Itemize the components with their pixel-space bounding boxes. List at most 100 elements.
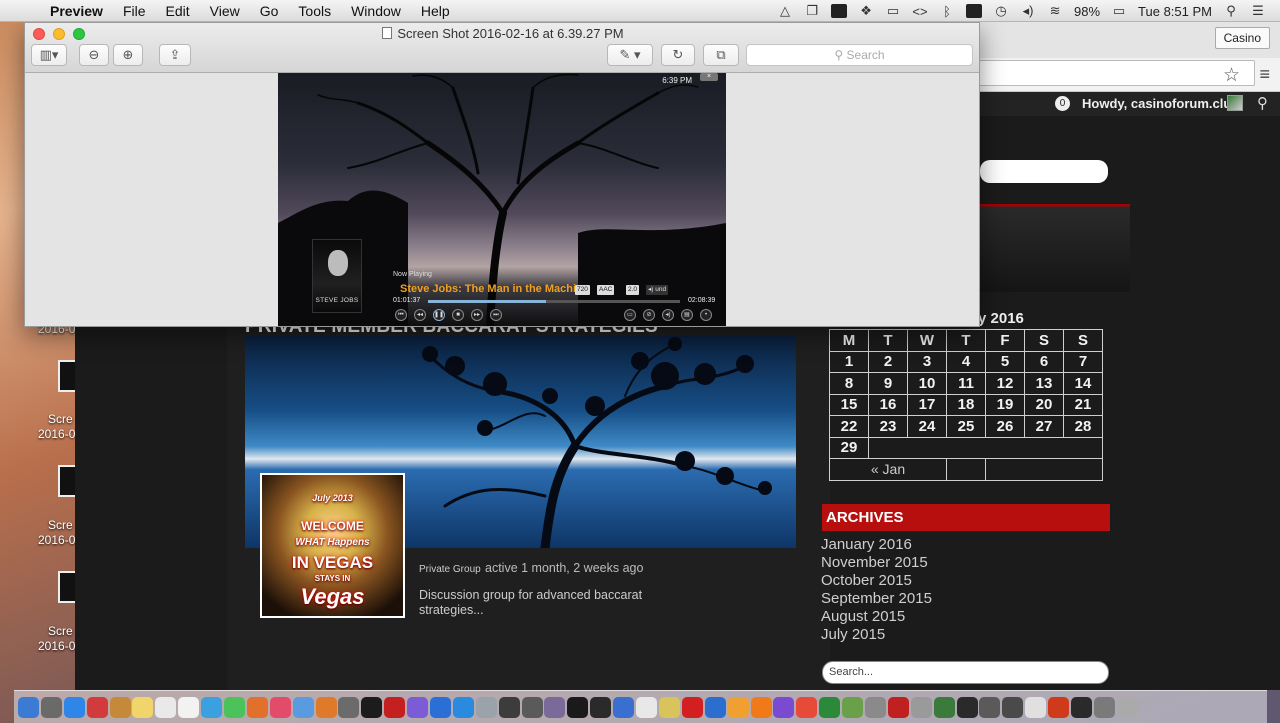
dock-app-icon[interactable] bbox=[773, 696, 795, 718]
dock-app-icon[interactable] bbox=[727, 696, 749, 718]
dock-app-icon[interactable] bbox=[1048, 696, 1070, 718]
battery-icon[interactable]: ▭ bbox=[1111, 3, 1127, 19]
calendar-prev-month-link[interactable]: « Jan bbox=[829, 458, 947, 481]
dock-app-icon[interactable] bbox=[1093, 696, 1115, 718]
dock-app-icon[interactable] bbox=[887, 696, 909, 718]
dock-app-icon[interactable] bbox=[590, 696, 612, 718]
dock-app-icon[interactable] bbox=[18, 696, 39, 718]
dock-app-icon[interactable] bbox=[384, 696, 406, 718]
archive-link[interactable]: July 2015 bbox=[821, 626, 932, 644]
zoom-out-button[interactable]: ⊖ bbox=[79, 44, 109, 66]
browser-menu-icon[interactable]: ≡ bbox=[1259, 64, 1270, 85]
dock-app-icon[interactable] bbox=[842, 696, 864, 718]
dock-app-icon[interactable] bbox=[1116, 696, 1138, 718]
dock-app-icon[interactable] bbox=[155, 696, 177, 718]
dock-app-icon[interactable] bbox=[430, 696, 452, 718]
dock-app-icon[interactable] bbox=[132, 696, 154, 718]
dock-app-icon[interactable] bbox=[956, 696, 978, 718]
istat-icon[interactable] bbox=[966, 4, 983, 18]
menu-go[interactable]: Go bbox=[260, 3, 279, 19]
dock-app-icon[interactable] bbox=[475, 696, 497, 718]
dropbox-icon[interactable]: ❖ bbox=[858, 3, 874, 19]
user-avatar[interactable] bbox=[1227, 95, 1243, 111]
sidebar-search-input[interactable]: Search... bbox=[822, 661, 1109, 684]
dock-app-icon[interactable] bbox=[201, 696, 223, 718]
archive-link[interactable]: October 2015 bbox=[821, 572, 932, 590]
dock-app-icon[interactable] bbox=[246, 696, 268, 718]
dock-app-icon[interactable] bbox=[338, 696, 360, 718]
calendar-widget: M T W T F S S 1 2 3 4 5 6 7 8 9 10 11 12… bbox=[829, 329, 1103, 481]
archive-link[interactable]: August 2015 bbox=[821, 608, 932, 626]
archive-link[interactable]: September 2015 bbox=[821, 590, 932, 608]
dock-app-icon[interactable] bbox=[178, 696, 200, 718]
dock-app-icon[interactable] bbox=[361, 696, 383, 718]
dock-app-icon[interactable] bbox=[544, 696, 566, 718]
dock-app-icon[interactable] bbox=[796, 696, 818, 718]
dock-app-icon[interactable] bbox=[567, 696, 589, 718]
messages-icon[interactable]: ❐ bbox=[804, 3, 820, 19]
menu-view[interactable]: View bbox=[210, 3, 240, 19]
code-icon[interactable]: <> bbox=[912, 4, 928, 19]
dock-app-icon[interactable] bbox=[864, 696, 886, 718]
volume-icon[interactable]: ◂) bbox=[1020, 3, 1036, 19]
dock-app-icon[interactable] bbox=[681, 696, 703, 718]
site-search-input-top[interactable] bbox=[980, 160, 1108, 183]
tab-casino[interactable]: Casino bbox=[1214, 27, 1270, 49]
dock-app-icon[interactable] bbox=[750, 696, 772, 718]
dock-app-icon[interactable] bbox=[315, 696, 337, 718]
dock-app-icon[interactable] bbox=[269, 696, 291, 718]
dock-app-icon[interactable] bbox=[521, 696, 543, 718]
dock-app-icon[interactable] bbox=[704, 696, 726, 718]
group-avatar-image[interactable]: July 2013 WELCOME WHAT Happens IN VEGAS … bbox=[260, 473, 405, 618]
dock-app-icon[interactable] bbox=[86, 696, 108, 718]
dock-app-icon[interactable] bbox=[224, 696, 246, 718]
dock-app-icon[interactable] bbox=[63, 696, 85, 718]
menu-window[interactable]: Window bbox=[351, 3, 401, 19]
toolbox-button[interactable]: ⧉ bbox=[703, 44, 739, 66]
dock-app-icon[interactable] bbox=[407, 696, 429, 718]
dock-app-icon[interactable] bbox=[1002, 696, 1024, 718]
notification-center-icon[interactable]: ☰ bbox=[1250, 3, 1266, 19]
dock-app-icon[interactable] bbox=[910, 696, 932, 718]
search-icon[interactable]: ⚲ bbox=[1257, 94, 1268, 112]
dock-app-icon[interactable] bbox=[613, 696, 635, 718]
menu-file[interactable]: File bbox=[123, 3, 146, 19]
menu-edit[interactable]: Edit bbox=[166, 3, 190, 19]
dock-app-icon[interactable] bbox=[452, 696, 474, 718]
dock-app-icon[interactable] bbox=[40, 696, 62, 718]
dock-app-icon[interactable] bbox=[819, 696, 841, 718]
wifi-icon[interactable]: ≋ bbox=[1047, 3, 1063, 19]
menu-tools[interactable]: Tools bbox=[298, 3, 331, 19]
dock-app-icon[interactable] bbox=[109, 696, 131, 718]
dock-app-icon[interactable] bbox=[1025, 696, 1047, 718]
app-menu-preview[interactable]: Preview bbox=[50, 3, 103, 19]
dock-app-icon[interactable] bbox=[979, 696, 1001, 718]
archive-link[interactable]: January 2016 bbox=[821, 536, 932, 554]
archive-link[interactable]: November 2015 bbox=[821, 554, 932, 572]
bluetooth-icon[interactable]: ᛒ bbox=[939, 4, 955, 19]
rotate-button[interactable]: ↻ bbox=[661, 44, 695, 66]
time-machine-icon[interactable]: ◷ bbox=[993, 3, 1009, 19]
airplay-icon[interactable]: ▭ bbox=[885, 3, 901, 19]
howdy-user-link[interactable]: Howdy, casinoforum.club bbox=[1082, 96, 1239, 111]
zoom-in-button[interactable]: ⊕ bbox=[113, 44, 143, 66]
share-button[interactable]: ⇪ bbox=[159, 44, 191, 66]
bookmark-star-icon[interactable]: ☆ bbox=[1223, 64, 1240, 87]
google-drive-icon[interactable]: △ bbox=[777, 3, 793, 19]
spotlight-search-icon[interactable]: ⚲ bbox=[1223, 3, 1239, 19]
dock-app-icon[interactable] bbox=[658, 696, 680, 718]
calendar-day: 28 bbox=[1063, 415, 1103, 438]
preview-search-field[interactable]: ⚲ Search bbox=[746, 44, 973, 66]
dock-app-icon[interactable] bbox=[933, 696, 955, 718]
dock-app-icon[interactable] bbox=[636, 696, 658, 718]
dock-app-icon[interactable] bbox=[292, 696, 314, 718]
battery-percentage[interactable]: 98% bbox=[1074, 4, 1100, 19]
menu-bar-clock[interactable]: Tue 8:51 PM bbox=[1138, 4, 1212, 19]
notification-count-badge[interactable]: 0 bbox=[1055, 96, 1070, 111]
app-status-icon[interactable] bbox=[831, 4, 848, 18]
markup-pen-button[interactable]: ✎ ▾ bbox=[607, 44, 653, 66]
sidebar-toggle-button[interactable]: ▥▾ bbox=[31, 44, 67, 66]
dock-app-icon[interactable] bbox=[1070, 696, 1092, 718]
dock-app-icon[interactable] bbox=[498, 696, 520, 718]
menu-help[interactable]: Help bbox=[421, 3, 450, 19]
